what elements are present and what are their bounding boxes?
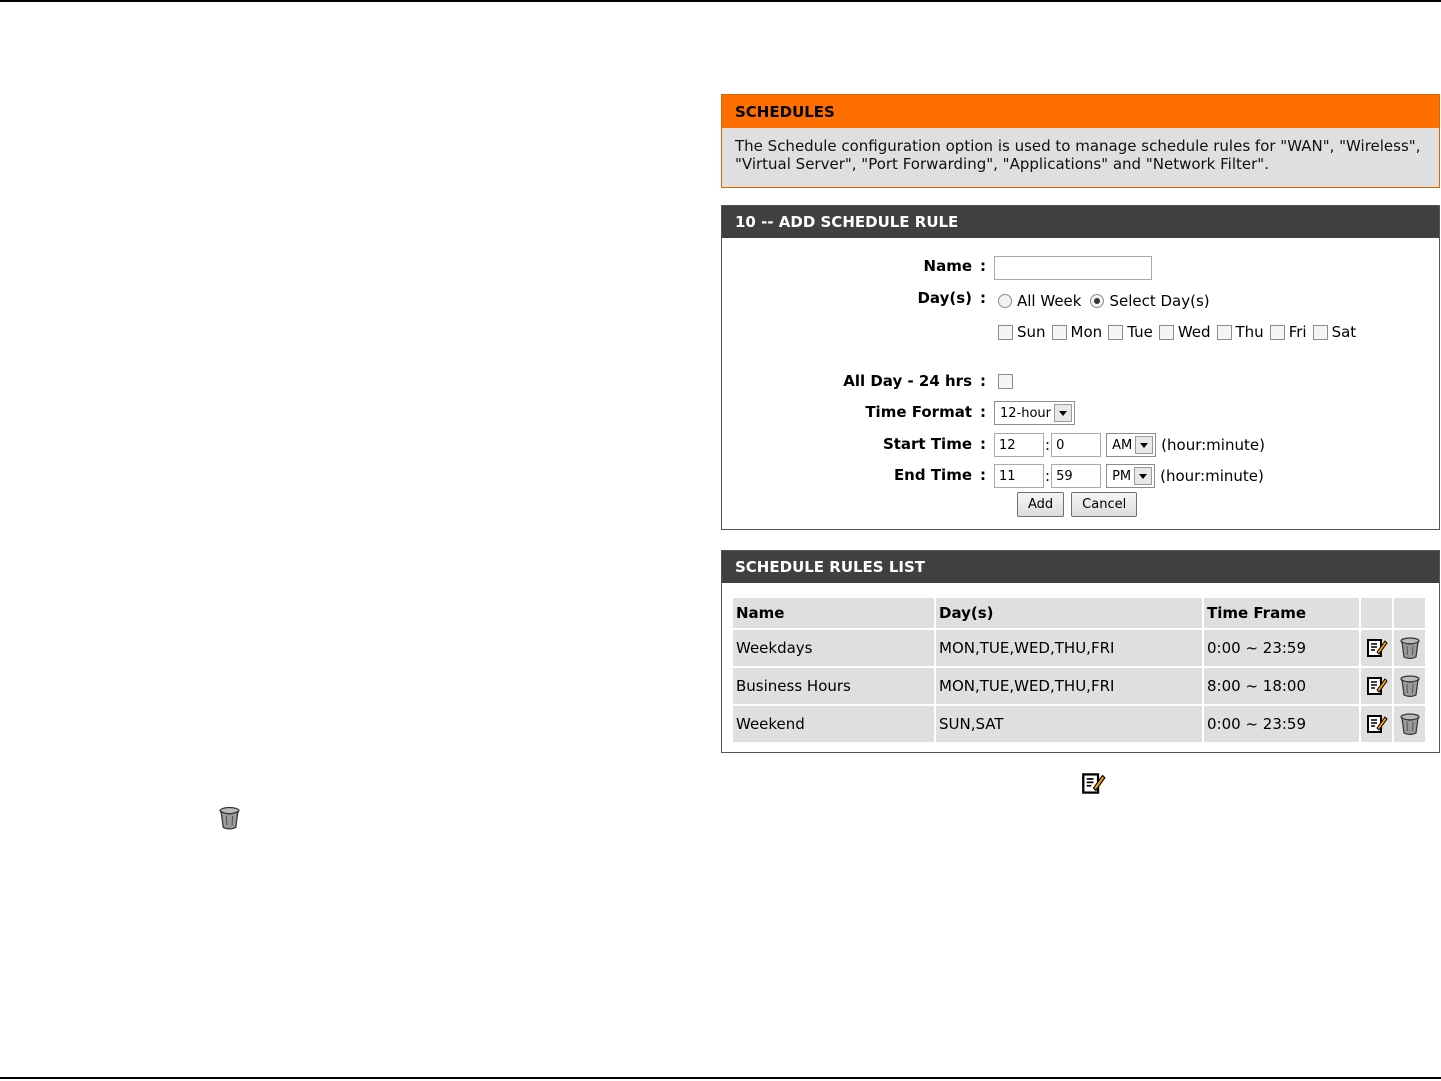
days-mode-group: All Week Select Day(s) bbox=[994, 292, 1210, 310]
edit-icon[interactable] bbox=[1366, 637, 1388, 659]
time-separator: : bbox=[1045, 467, 1051, 485]
select-days-radio[interactable] bbox=[1090, 294, 1105, 308]
checkbox-sun[interactable] bbox=[998, 324, 1013, 340]
day-label-fri: Fri bbox=[1288, 323, 1307, 341]
row-name: Business Hours bbox=[733, 668, 934, 704]
header-delete bbox=[1394, 598, 1425, 628]
day-label-mon: Mon bbox=[1070, 323, 1103, 341]
name-input[interactable] bbox=[994, 256, 1152, 280]
chevron-down-icon bbox=[1054, 404, 1073, 422]
trash-icon[interactable] bbox=[1399, 712, 1421, 736]
header-days: Day(s) bbox=[936, 598, 1202, 628]
edit-icon[interactable] bbox=[1366, 713, 1388, 735]
end-time-hint: (hour:minute) bbox=[1160, 467, 1264, 485]
row-delete-cell bbox=[1394, 706, 1425, 742]
day-label-sun: Sun bbox=[1017, 323, 1046, 341]
table-row: Business Hours MON,TUE,WED,THU,FRI 8:00 … bbox=[733, 668, 1425, 704]
table-row: Weekend SUN,SAT 0:00 ~ 23:59 bbox=[733, 706, 1425, 742]
row-days: SUN,SAT bbox=[936, 706, 1202, 742]
form-actions: Add Cancel bbox=[1017, 492, 1138, 517]
day-label-tue: Tue bbox=[1127, 323, 1153, 341]
start-time-hint: (hour:minute) bbox=[1161, 436, 1265, 454]
row-time-frame: 8:00 ~ 18:00 bbox=[1204, 668, 1359, 704]
time-format-field: 12-hour bbox=[994, 401, 1076, 425]
row-edit-cell bbox=[1361, 630, 1392, 666]
table-row: Weekdays MON,TUE,WED,THU,FRI 0:00 ~ 23:5… bbox=[733, 630, 1425, 666]
all-day-field bbox=[994, 374, 1017, 389]
day-fri[interactable]: Fri bbox=[1266, 323, 1307, 341]
checkbox-fri[interactable] bbox=[1269, 324, 1285, 340]
row-edit-cell bbox=[1361, 668, 1392, 704]
all-day-label: All Day - 24 hrs: bbox=[843, 372, 986, 390]
table-header-row: Name Day(s) Time Frame bbox=[733, 598, 1425, 628]
day-sun[interactable]: Sun bbox=[994, 323, 1046, 341]
start-time-label: Start Time: bbox=[882, 435, 986, 453]
day-label-wed: Wed bbox=[1177, 323, 1211, 341]
day-sat[interactable]: Sat bbox=[1309, 323, 1357, 341]
select-days-label: Select Day(s) bbox=[1109, 292, 1210, 310]
schedules-title: SCHEDULES bbox=[722, 95, 1439, 128]
row-delete-cell bbox=[1394, 668, 1425, 704]
header-edit bbox=[1361, 598, 1392, 628]
day-thu[interactable]: Thu bbox=[1213, 323, 1264, 341]
row-time-frame: 0:00 ~ 23:59 bbox=[1204, 706, 1359, 742]
trash-icon[interactable] bbox=[1399, 636, 1421, 660]
trash-icon bbox=[219, 806, 240, 830]
checkbox-wed[interactable] bbox=[1158, 324, 1174, 340]
all-week-label: All Week bbox=[1017, 292, 1082, 310]
end-time-field: : PM (hour:minute) bbox=[994, 464, 1264, 488]
end-hour-input[interactable] bbox=[994, 464, 1044, 488]
chevron-down-icon bbox=[1134, 467, 1153, 485]
row-days: MON,TUE,WED,THU,FRI bbox=[936, 668, 1202, 704]
checkbox-sat[interactable] bbox=[1312, 324, 1328, 340]
schedules-panel: SCHEDULES The Schedule configuration opt… bbox=[721, 94, 1440, 188]
schedules-description: The Schedule configuration option is use… bbox=[735, 137, 1421, 173]
day-label-sat: Sat bbox=[1331, 323, 1357, 341]
start-hour-input[interactable] bbox=[994, 433, 1044, 457]
start-minute-input[interactable] bbox=[1051, 433, 1102, 457]
chevron-down-icon bbox=[1135, 436, 1154, 454]
checkbox-tue[interactable] bbox=[1108, 324, 1124, 340]
start-time-field: : AM (hour:minute) bbox=[994, 433, 1265, 457]
row-days: MON,TUE,WED,THU,FRI bbox=[936, 630, 1202, 666]
header-name: Name bbox=[733, 598, 934, 628]
top-divider bbox=[0, 0, 1441, 2]
trash-icon[interactable] bbox=[1399, 674, 1421, 698]
day-wed[interactable]: Wed bbox=[1155, 323, 1211, 341]
end-minute-input[interactable] bbox=[1051, 464, 1102, 488]
time-separator: : bbox=[1045, 436, 1051, 454]
add-rule-title: 10 -- ADD SCHEDULE RULE bbox=[722, 206, 1439, 238]
day-checkboxes: Sun Mon Tue Wed Thu Fri Sat bbox=[994, 323, 1358, 341]
rules-table: Name Day(s) Time Frame Weekdays MON,TUE,… bbox=[731, 596, 1427, 744]
day-label-thu: Thu bbox=[1235, 323, 1264, 341]
bottom-divider bbox=[0, 1077, 1441, 1079]
all-week-radio[interactable] bbox=[998, 294, 1012, 308]
all-day-checkbox[interactable] bbox=[998, 374, 1013, 389]
row-name: Weekdays bbox=[733, 630, 934, 666]
row-edit-cell bbox=[1361, 706, 1392, 742]
add-button[interactable]: Add bbox=[1017, 492, 1065, 517]
add-schedule-rule-panel: 10 -- ADD SCHEDULE RULE Name: Day(s): Al… bbox=[721, 205, 1440, 530]
header-time-frame: Time Frame bbox=[1204, 598, 1359, 628]
time-format-label: Time Format: bbox=[865, 403, 986, 421]
cancel-button[interactable]: Cancel bbox=[1071, 492, 1138, 517]
checkbox-thu[interactable] bbox=[1216, 324, 1232, 340]
checkbox-mon[interactable] bbox=[1051, 324, 1067, 340]
schedule-rules-list-panel: SCHEDULE RULES LIST Name Day(s) Time Fra… bbox=[721, 550, 1440, 753]
end-time-label: End Time: bbox=[893, 466, 986, 484]
edit-icon[interactable] bbox=[1366, 675, 1388, 697]
row-delete-cell bbox=[1394, 630, 1425, 666]
edit-icon bbox=[1082, 773, 1106, 794]
days-label: Day(s): bbox=[917, 289, 986, 307]
day-tue[interactable]: Tue bbox=[1104, 323, 1153, 341]
row-time-frame: 0:00 ~ 23:59 bbox=[1204, 630, 1359, 666]
end-ampm-select[interactable]: PM bbox=[1106, 464, 1156, 488]
row-name: Weekend bbox=[733, 706, 934, 742]
name-label: Name: bbox=[923, 257, 986, 275]
time-format-select[interactable]: 12-hour bbox=[994, 401, 1076, 425]
start-ampm-select[interactable]: AM bbox=[1106, 433, 1157, 457]
day-mon[interactable]: Mon bbox=[1048, 323, 1103, 341]
name-field-wrap bbox=[994, 256, 1152, 280]
rules-list-title: SCHEDULE RULES LIST bbox=[722, 551, 1439, 583]
